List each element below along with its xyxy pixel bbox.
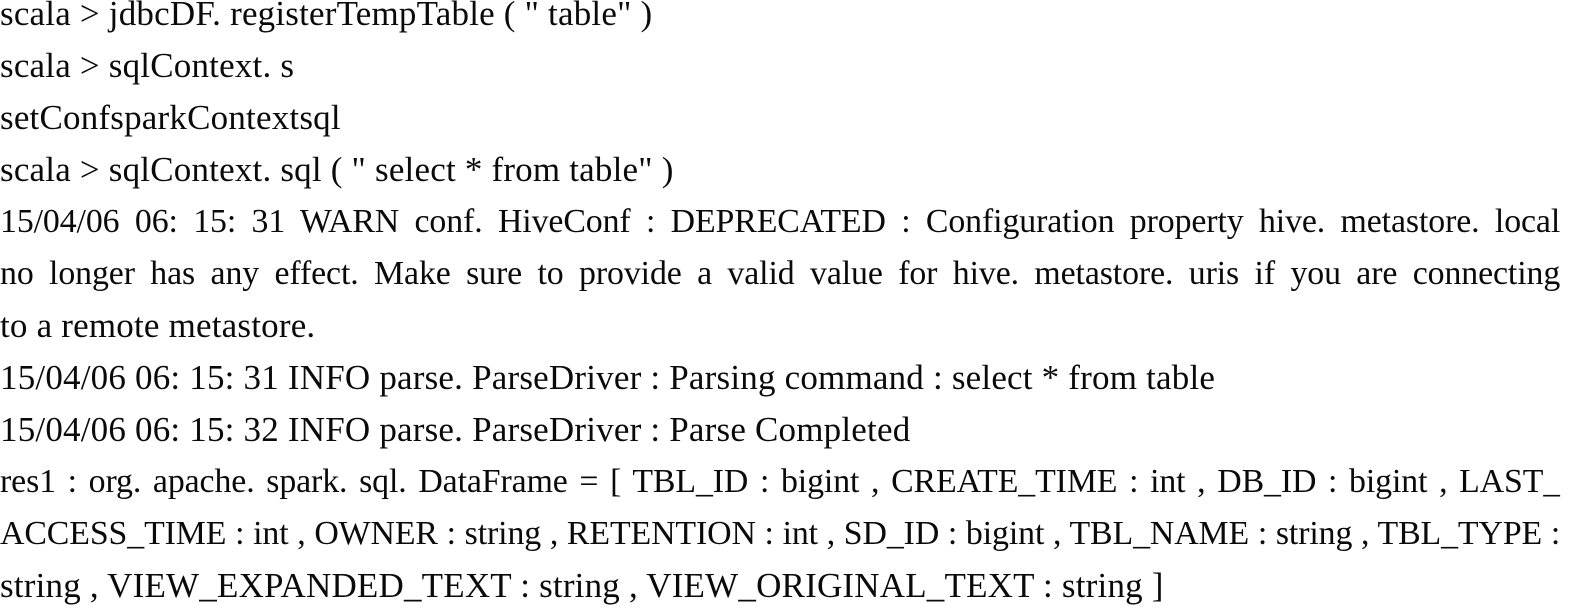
repl-line-warn-hiveconf: 15/04/06 06: 15: 31 WARN conf. HiveConf …	[0, 203, 1561, 240]
repl-line-info-parsing-command: 15/04/06 06: 15: 31 INFO parse. ParseDri…	[0, 358, 1216, 397]
repl-line-sqlcontext-partial: scala > sqlContext. s	[0, 46, 295, 85]
repl-line-result-schema-3: string , VIEW_EXPANDED_TEXT : string , V…	[0, 566, 1164, 605]
repl-line-info-parse-completed: 15/04/06 06: 15: 32 INFO parse. ParseDri…	[0, 410, 911, 449]
repl-line-warn-continuation-2: to a remote metastore.	[0, 306, 316, 345]
repl-console[interactable]: scala > jdbcDF. registerTempTable ( " ta…	[0, 0, 1571, 609]
repl-line-result-schema-1: res1 : org. apache. spark. sql. DataFram…	[0, 463, 1561, 500]
repl-line-register-temp-table: scala > jdbcDF. registerTempTable ( " ta…	[0, 0, 653, 33]
repl-line-result-schema-2: ACCESS_TIME : int , OWNER : string , RET…	[0, 515, 1561, 552]
repl-line-warn-continuation-1: no longer has any effect. Make sure to p…	[0, 255, 1561, 292]
repl-line-sql-query: scala > sqlContext. sql ( " select * fro…	[0, 150, 674, 189]
repl-line-tab-completions: setConfsparkContextsql	[0, 98, 341, 137]
